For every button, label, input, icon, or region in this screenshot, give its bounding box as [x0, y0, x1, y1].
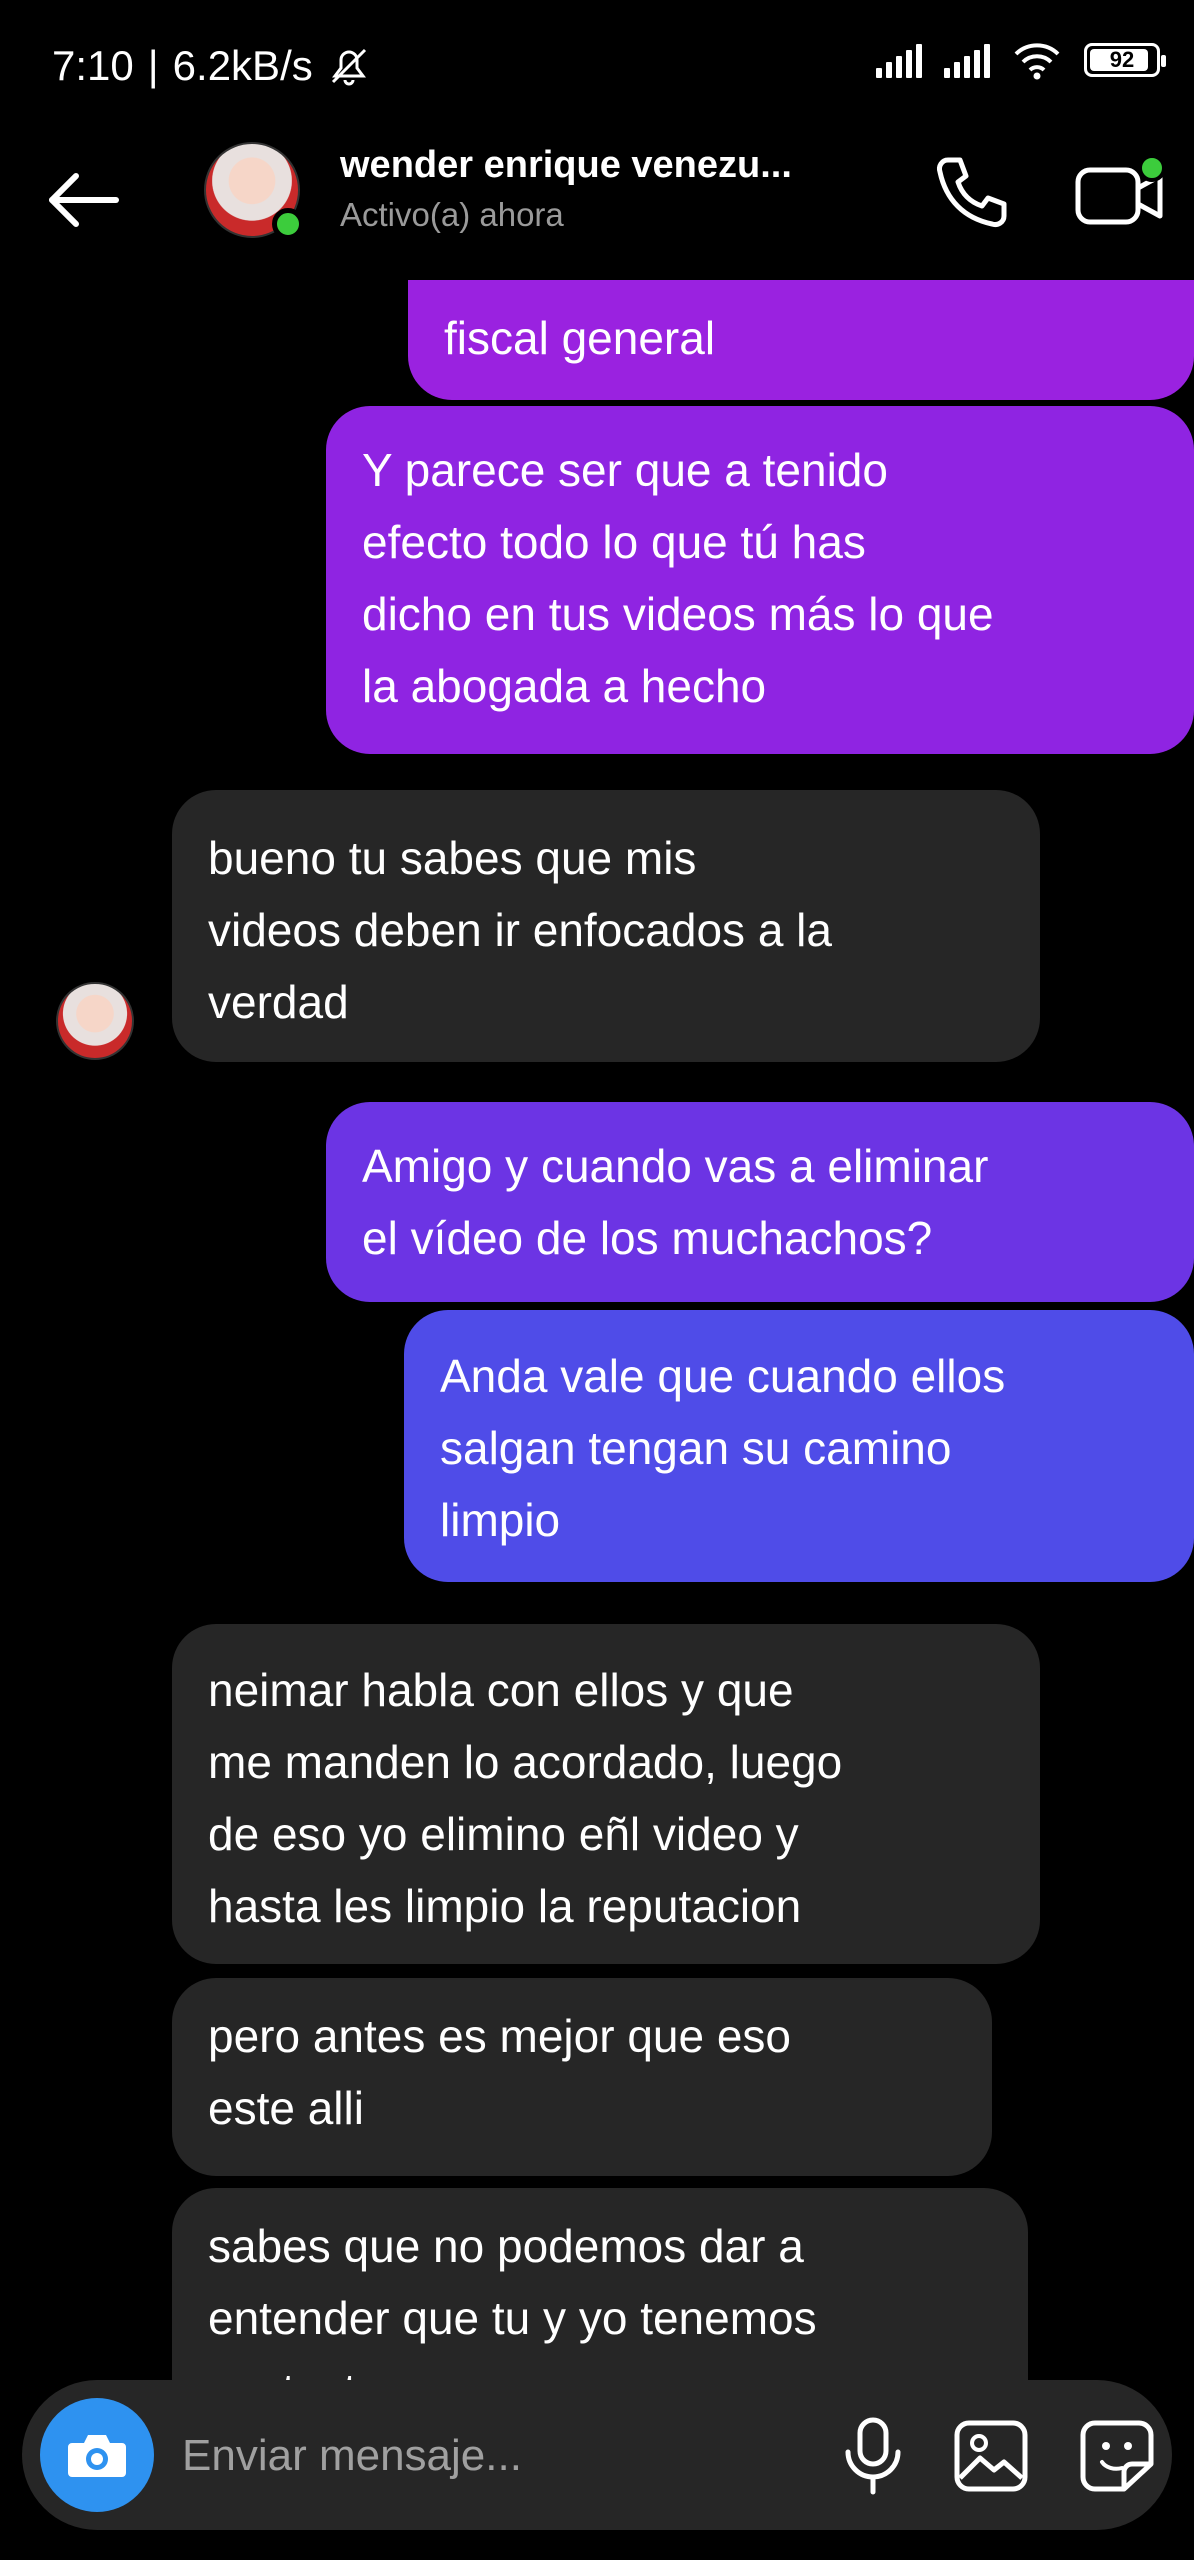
- chat-header: wender enrique venezu... Activo(a) ahora: [0, 130, 1194, 280]
- sent-message[interactable]: Y parece ser que a tenido efecto todo lo…: [326, 406, 1194, 754]
- received-message[interactable]: pero antes es mejor que eso este alli: [172, 1978, 992, 2176]
- signal-icon: [944, 42, 990, 78]
- message-text: pero antes es mejor que eso este alli: [208, 2010, 792, 2134]
- received-message[interactable]: neimar habla con ellos y que me manden l…: [172, 1624, 1040, 1964]
- network-speed: 6.2kB/s: [172, 42, 313, 89]
- status-left: 7:10 | 6.2kB/s: [52, 42, 371, 90]
- message-text: bueno tu sabes que mis videos deben ir e…: [208, 832, 832, 1028]
- status-bar: 7:10 | 6.2kB/s 92: [0, 0, 1194, 130]
- phone-icon[interactable]: [930, 150, 1014, 234]
- contact-name[interactable]: wender enrique venezu...: [340, 144, 792, 187]
- camera-icon: [68, 2435, 126, 2477]
- camera-button[interactable]: [40, 2398, 154, 2512]
- alarm-off-icon: [331, 48, 366, 86]
- status-separator: |: [147, 42, 159, 89]
- video-camera-icon[interactable]: [1072, 152, 1168, 236]
- message-text: neimar habla con ellos y que me manden l…: [208, 1664, 843, 1932]
- battery-level: 92: [1109, 47, 1135, 72]
- battery-icon: 92: [1084, 43, 1166, 77]
- received-message[interactable]: sabes que no podemos dar a entender que …: [172, 2188, 1028, 2388]
- message-text: Amigo y cuando vas a eliminar el vídeo d…: [362, 1140, 989, 1264]
- sent-message[interactable]: Anda vale que cuando ellos salgan tengan…: [404, 1310, 1194, 1582]
- message-text: Anda vale que cuando ellos salgan tengan…: [440, 1350, 1006, 1546]
- online-indicator: [272, 208, 304, 240]
- contact-avatar[interactable]: [204, 142, 304, 240]
- signal-icon: [876, 42, 922, 78]
- wifi-icon: [1014, 43, 1060, 80]
- sender-avatar: [56, 982, 134, 1060]
- status-time: 7:10: [52, 42, 134, 89]
- chat-screen: 7:10 | 6.2kB/s 92 wender enrique venezu.…: [0, 0, 1194, 2560]
- message-text: Y parece ser que a tenido efecto todo lo…: [362, 444, 994, 712]
- message-composer: [22, 2380, 1172, 2530]
- microphone-icon[interactable]: [838, 2416, 908, 2496]
- received-message[interactable]: bueno tu sabes que mis videos deben ir e…: [172, 790, 1040, 1062]
- message-input[interactable]: [182, 2424, 742, 2488]
- status-right: 92: [876, 40, 1166, 80]
- sent-message[interactable]: Amigo y cuando vas a eliminar el vídeo d…: [326, 1102, 1194, 1302]
- message-text: sabes que no podemos dar a entender que …: [208, 2220, 817, 2388]
- message-text: fiscal general: [444, 312, 716, 364]
- arrow-left-icon[interactable]: [44, 160, 124, 240]
- contact-status: Activo(a) ahora: [340, 196, 564, 233]
- image-gallery-icon[interactable]: [952, 2418, 1030, 2494]
- sticker-icon[interactable]: [1078, 2418, 1156, 2494]
